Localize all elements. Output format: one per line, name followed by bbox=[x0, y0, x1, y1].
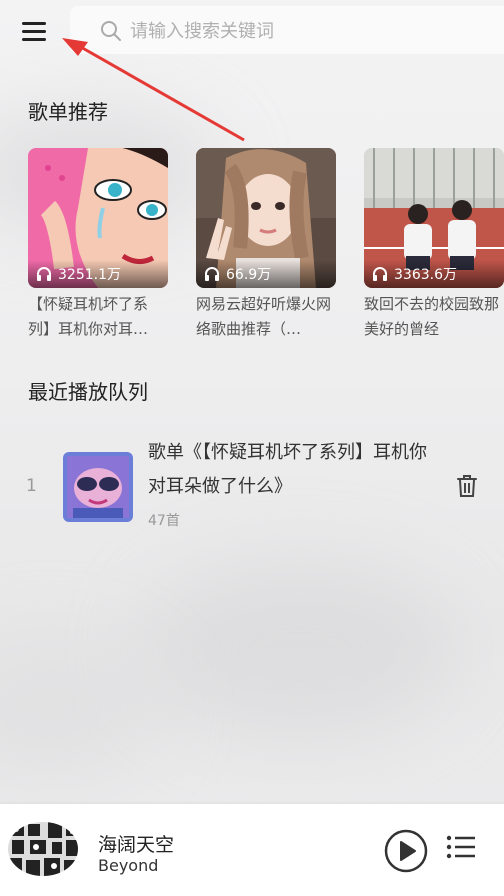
queue-index: 1 bbox=[26, 476, 37, 496]
playlist-card[interactable]: 3363.6万 致回不去的校园致那美好的曾经 bbox=[364, 148, 504, 342]
trash-icon bbox=[457, 475, 477, 497]
queue-cover bbox=[63, 452, 133, 522]
section-title-recommend: 歌单推荐 bbox=[28, 100, 108, 124]
now-playing-cover bbox=[8, 822, 78, 876]
delete-button[interactable] bbox=[456, 474, 478, 502]
queue-item[interactable]: 1 歌单《【怀疑耳机坏了系列】耳机你对耳朵做了什么》 47首 bbox=[0, 430, 504, 540]
playlist-cover: 66.9万 bbox=[196, 148, 336, 288]
playlist-icon bbox=[446, 835, 475, 859]
play-count: 3363.6万 bbox=[364, 260, 504, 288]
playlist-card[interactable]: 3251.1万 【怀疑耳机坏了系列】耳机你对耳… bbox=[28, 148, 168, 342]
now-playing-title: 海阔天空 bbox=[98, 834, 175, 856]
play-count-value: 3251.1万 bbox=[58, 267, 121, 283]
playlist-button[interactable] bbox=[446, 834, 476, 864]
section-title-queue: 最近播放队列 bbox=[28, 380, 148, 404]
playlist-cover: 3363.6万 bbox=[364, 148, 504, 288]
queue-song-count: 47首 bbox=[148, 513, 180, 529]
play-count-value: 66.9万 bbox=[226, 267, 272, 283]
now-playing-artist: Beyond bbox=[98, 856, 159, 875]
play-icon bbox=[384, 829, 428, 873]
headphones-icon bbox=[373, 267, 387, 281]
playlist-cover: 3251.1万 bbox=[28, 148, 168, 288]
playlist-title: 【怀疑耳机坏了系列】耳机你对耳… bbox=[28, 295, 149, 338]
play-button[interactable] bbox=[384, 829, 428, 877]
playlist-carousel: 3251.1万 【怀疑耳机坏了系列】耳机你对耳… 66.9万 网易云超好听爆火网… bbox=[28, 148, 504, 348]
playlist-title: 网易云超好听爆火网络歌曲推荐（… bbox=[196, 295, 332, 338]
play-count: 3251.1万 bbox=[28, 260, 168, 288]
headphones-icon bbox=[205, 267, 219, 281]
annotation-arrow bbox=[62, 38, 245, 142]
playlist-title: 致回不去的校园致那美好的曾经 bbox=[364, 295, 500, 338]
playlist-card[interactable]: 66.9万 网易云超好听爆火网络歌曲推荐（… bbox=[196, 148, 336, 342]
headphones-icon bbox=[37, 267, 51, 281]
play-count: 66.9万 bbox=[196, 260, 336, 288]
menu-icon[interactable] bbox=[18, 18, 52, 46]
queue-title: 歌单《【怀疑耳机坏了系列】耳机你对耳朵做了什么》 bbox=[148, 442, 427, 497]
mini-player[interactable]: 海阔天空 Beyond bbox=[0, 804, 504, 896]
play-count-value: 3363.6万 bbox=[394, 267, 457, 283]
